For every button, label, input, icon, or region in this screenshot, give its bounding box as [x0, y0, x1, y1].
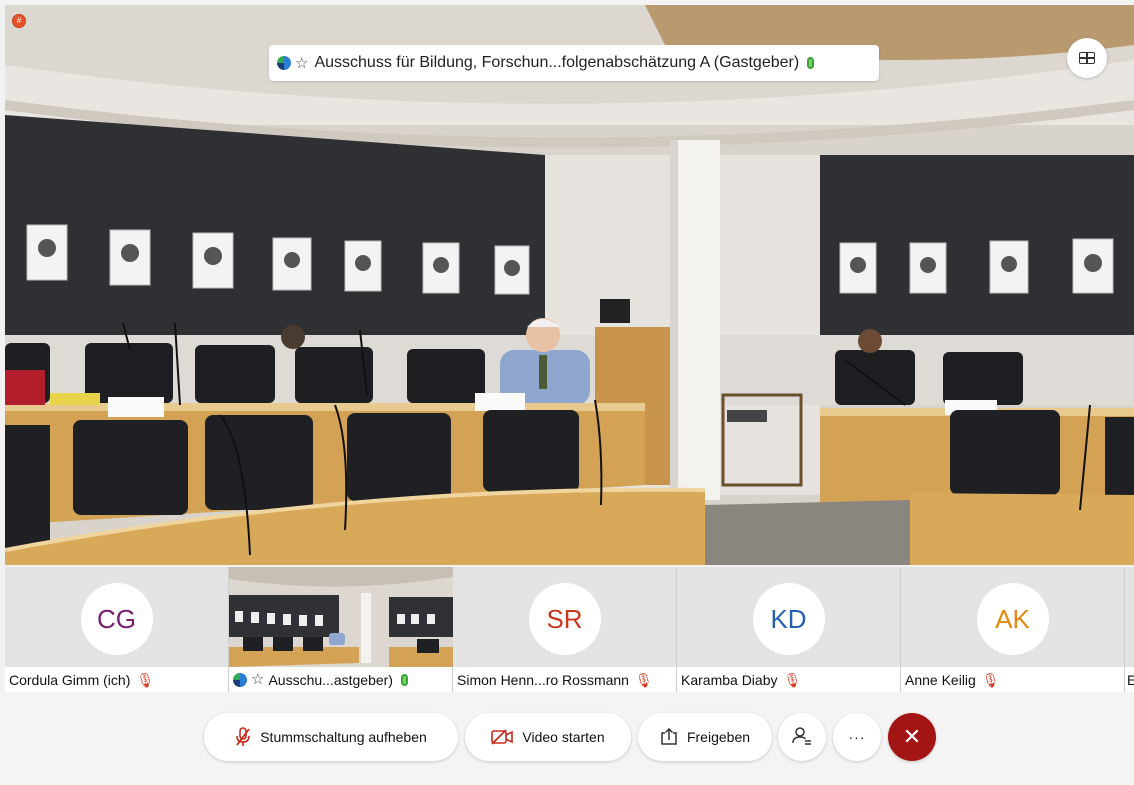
mic-muted-icon [235, 727, 251, 747]
recording-indicator-icon: # [12, 14, 26, 28]
mic-muted-icon: 🎙︎ [981, 671, 1000, 688]
meeting-title-bar[interactable]: ☆ Ausschuss für Bildung, Forschun...folg… [269, 45, 879, 81]
avatar: KD [752, 583, 825, 655]
more-options-button[interactable]: ··· [833, 713, 881, 761]
mic-active-icon [400, 673, 408, 686]
participant-tile[interactable]: E [1125, 567, 1134, 692]
close-icon: ✕ [902, 724, 922, 749]
mic-muted-icon: 🎙︎ [634, 671, 653, 688]
participant-name: Karamba Diaby [681, 671, 778, 688]
host-star-icon: ☆ [295, 54, 309, 72]
globe-icon [233, 672, 247, 687]
participant-tile[interactable]: KD Karamba Diaby 🎙︎ [677, 567, 901, 692]
host-star-icon: ☆ [251, 671, 265, 688]
mic-muted-icon: 🎙︎ [783, 671, 802, 688]
participant-name-bar: Cordula Gimm (ich) 🎙︎ [5, 667, 228, 692]
start-video-button[interactable]: Video starten [465, 713, 631, 761]
share-label: Freigeben [686, 729, 751, 745]
participant-tile[interactable]: CG Cordula Gimm (ich) 🎙︎ [5, 567, 229, 692]
participant-name-bar: Karamba Diaby 🎙︎ [677, 667, 900, 692]
participant-name: Ausschu...astgeber) [268, 671, 393, 688]
meeting-controls: Stummschaltung aufheben Video starten Fr… [0, 692, 1134, 785]
committee-room-video [5, 5, 1134, 565]
mic-active-icon [807, 57, 815, 69]
avatar: CG [80, 583, 153, 655]
main-video[interactable]: # ☆ Ausschuss für Bildung, Forschun...fo… [5, 5, 1134, 565]
participants-icon [792, 726, 812, 749]
participant-tile[interactable]: SR Simon Henn...ro Rossmann 🎙︎ [453, 567, 677, 692]
participant-name-bar: E [1125, 667, 1134, 692]
meeting-title: Ausschuss für Bildung, Forschun...folgen… [314, 54, 800, 71]
share-icon [660, 728, 678, 746]
unmute-label: Stummschaltung aufheben [260, 729, 427, 745]
share-button[interactable]: Freigeben [638, 713, 772, 761]
more-icon: ··· [848, 729, 866, 745]
participant-name: Simon Henn...ro Rossmann [457, 671, 629, 688]
video-off-icon [491, 729, 514, 745]
participant-video-thumbnail [229, 567, 453, 667]
participant-strip[interactable]: CG Cordula Gimm (ich) 🎙︎ ☆ Ausschu...ast… [5, 567, 1134, 692]
participant-name: Cordula Gimm (ich) [9, 671, 131, 688]
participant-name-bar: Anne Keilig 🎙︎ [901, 667, 1124, 692]
avatar: SR [528, 583, 601, 655]
globe-icon [277, 56, 291, 70]
unmute-button[interactable]: Stummschaltung aufheben [204, 713, 458, 761]
avatar: AK [976, 583, 1049, 655]
mic-muted-icon: 🎙︎ [136, 671, 155, 688]
grid-layout-icon [1079, 52, 1095, 64]
end-call-button[interactable]: ✕ [888, 713, 936, 761]
participant-name-bar: ☆ Ausschu...astgeber) [229, 667, 452, 692]
participant-name: Anne Keilig [905, 671, 976, 688]
participant-tile[interactable]: AK Anne Keilig 🎙︎ [901, 567, 1125, 692]
layout-toggle-button[interactable] [1067, 38, 1107, 78]
participants-button[interactable] [778, 713, 826, 761]
participant-name: E [1127, 671, 1134, 688]
participant-name-bar: Simon Henn...ro Rossmann 🎙︎ [453, 667, 676, 692]
start-video-label: Video starten [522, 729, 605, 745]
participant-tile-video[interactable]: ☆ Ausschu...astgeber) [229, 567, 453, 692]
